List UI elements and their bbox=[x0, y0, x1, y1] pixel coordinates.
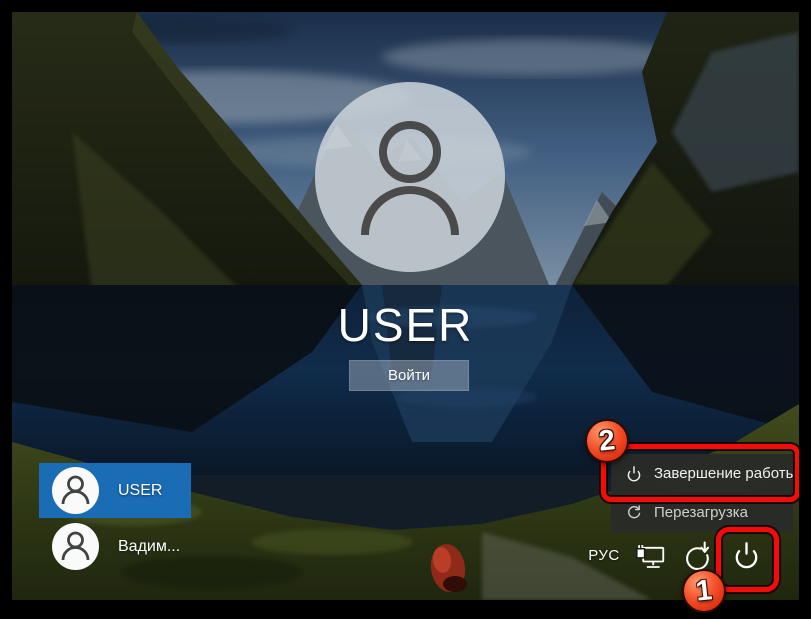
network-button[interactable] bbox=[635, 541, 666, 572]
login-screen: USER Войти USER Вадим... bbox=[0, 0, 811, 619]
restart-icon bbox=[625, 504, 643, 522]
step-number: 2 bbox=[597, 424, 617, 459]
step-badge-2: 2 bbox=[585, 419, 629, 463]
user-icon bbox=[52, 523, 99, 570]
power-icon bbox=[625, 465, 643, 483]
menu-item-label: Завершение работы bbox=[654, 465, 796, 482]
user-list-item-vadim[interactable]: Вадим... bbox=[39, 519, 191, 574]
step-badge-1: 1 bbox=[682, 569, 726, 613]
menu-item-shutdown[interactable]: Завершение работы bbox=[611, 454, 793, 493]
current-user-name: USER bbox=[12, 298, 799, 352]
power-button[interactable] bbox=[731, 540, 762, 571]
step-number: 1 bbox=[694, 574, 714, 609]
power-icon bbox=[731, 540, 762, 571]
user-icon bbox=[52, 467, 99, 514]
current-user-avatar bbox=[315, 82, 505, 272]
user-list-item-label: USER bbox=[118, 482, 162, 500]
user-icon bbox=[315, 82, 505, 272]
ease-of-access-button[interactable] bbox=[683, 541, 714, 572]
language-indicator[interactable]: РУС bbox=[584, 547, 624, 564]
user-list-item-label: Вадим... bbox=[118, 538, 180, 556]
menu-item-label: Перезагрузка bbox=[654, 504, 748, 521]
power-context-menu: Завершение работы Перезагрузка bbox=[611, 454, 793, 532]
sign-in-button[interactable]: Войти bbox=[349, 360, 469, 391]
network-icon bbox=[635, 541, 666, 572]
avatar bbox=[52, 467, 99, 514]
menu-item-restart[interactable]: Перезагрузка bbox=[611, 493, 793, 532]
avatar bbox=[52, 523, 99, 570]
user-list-item-user[interactable]: USER bbox=[39, 463, 191, 518]
screen-content: USER Войти USER Вадим... bbox=[12, 12, 799, 600]
ease-of-access-icon bbox=[683, 541, 714, 572]
